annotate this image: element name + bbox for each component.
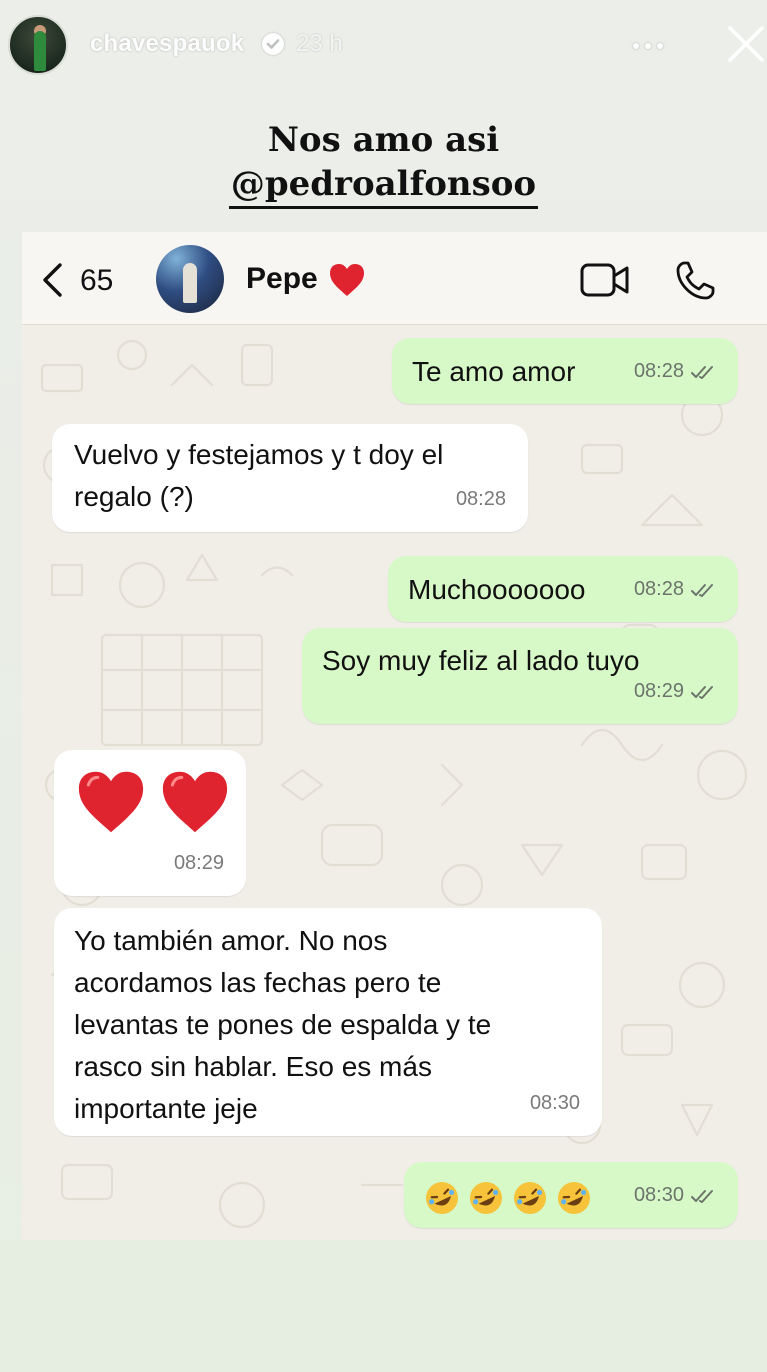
double-check-icon: [691, 686, 713, 699]
video-call-icon[interactable]: [580, 262, 630, 298]
story-avatar[interactable]: [8, 15, 68, 75]
contact-name[interactable]: Pepe: [246, 262, 318, 296]
message-bubble-outgoing[interactable]: 08:30: [404, 1162, 738, 1228]
message-bubble-incoming[interactable]: Vuelvo y festejamos y t doy el regalo (?…: [52, 424, 528, 532]
story-background: [0, 1240, 767, 1372]
contact-avatar[interactable]: [156, 245, 224, 313]
laughing-emoji-icon: [514, 1181, 546, 1214]
story-caption: Nos amo asi @pedroalfonsoo: [0, 118, 767, 209]
message-meta: 08:29: [634, 670, 716, 712]
message-text-line: Yo también amor. No nos: [74, 925, 388, 956]
laughing-emoji-icon: [558, 1181, 590, 1214]
message-time: 08:28: [633, 578, 684, 600]
story-username[interactable]: chavespauok: [90, 30, 244, 58]
message-bubble-outgoing[interactable]: Te amo amor 08:28: [392, 338, 738, 404]
message-time: 08:30: [633, 1184, 684, 1206]
heart-emoji-icon: [328, 262, 366, 303]
close-icon[interactable]: [726, 22, 766, 66]
double-check-icon: [691, 584, 713, 597]
message-time: 08:28: [455, 488, 506, 510]
message-time: 08:29: [173, 852, 224, 874]
message-text-line: acordamos las fechas pero te: [74, 967, 442, 998]
story-header: chavespauok 23 h: [0, 0, 767, 90]
message-bubble-incoming[interactable]: 08:29: [54, 750, 246, 896]
message-meta: 08:30: [634, 1174, 716, 1216]
double-check-icon: [691, 366, 713, 379]
message-bubble-incoming[interactable]: Yo también amor. No nos acordamos las fe…: [54, 908, 602, 1136]
caption-text: Nos amo asi: [267, 120, 500, 160]
story-time: 23 h: [296, 30, 343, 57]
message-time: 08:28: [633, 360, 684, 382]
message-text-line: levantas te pones de espalda y te: [74, 1009, 492, 1040]
heart-emoji-icon: [162, 771, 227, 833]
phone-call-icon[interactable]: [674, 260, 716, 302]
message-meta: 08:28: [634, 350, 716, 392]
unread-count[interactable]: 65: [80, 264, 113, 298]
laughing-emoji-group: [424, 1180, 600, 1214]
message-meta: 08:28: [634, 568, 716, 610]
more-options-icon[interactable]: [630, 28, 666, 64]
message-text-line: importante jeje: [74, 1093, 258, 1124]
laughing-emoji-icon: [426, 1181, 458, 1214]
chat-screenshot: 65 Pepe Te amo amor 08:28 Vuelvo y feste…: [22, 232, 767, 1240]
chat-header: 65 Pepe: [22, 232, 767, 325]
message-text-line: rasco sin hablar. Eso es más: [74, 1051, 432, 1082]
message-text-line: Vuelvo y festejamos y t doy el: [74, 439, 444, 470]
message-time: 08:30: [529, 1092, 580, 1114]
back-chevron-icon[interactable]: [38, 262, 68, 298]
heart-emoji-icon: [78, 771, 144, 833]
message-bubble-outgoing[interactable]: Soy muy feliz al lado tuyo 08:29: [302, 628, 738, 724]
message-time: 08:29: [633, 680, 684, 702]
laughing-emoji-icon: [470, 1181, 502, 1214]
double-check-icon: [691, 1190, 713, 1203]
mention-link[interactable]: @pedroalfonsoo: [228, 162, 539, 209]
verified-badge-icon: [262, 33, 284, 55]
message-bubble-outgoing[interactable]: Muchooooooo 08:28: [388, 556, 738, 622]
